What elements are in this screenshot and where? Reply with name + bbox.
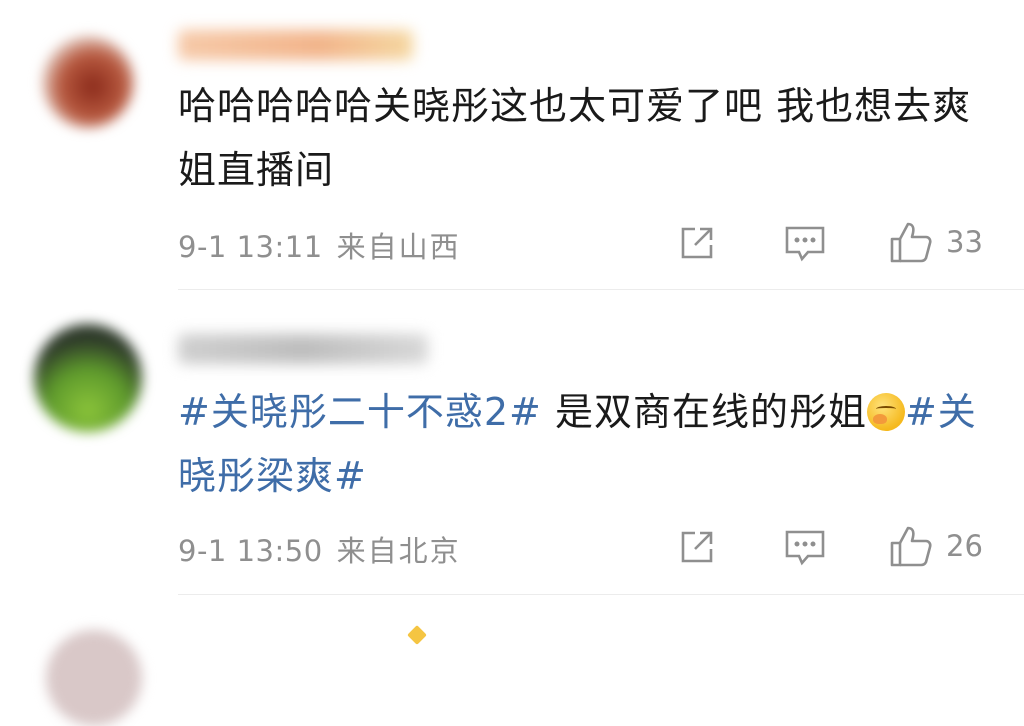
thumbs-up-icon (890, 222, 932, 263)
comment-time: 9-1 13:11 (178, 230, 323, 264)
comment-text: #关晓彤二十不惑2# 是双商在线的彤姐 #关晓彤梁爽# (178, 380, 978, 508)
like-button[interactable]: 26 (888, 524, 983, 568)
username[interactable] (178, 30, 413, 60)
comment-meta: 9-1 13:50 来自北京 (178, 528, 461, 570)
sparkle-icon (407, 625, 427, 645)
comment-item (0, 596, 1024, 726)
comment-body: 是双商在线的彤姐 (541, 390, 867, 434)
like-button[interactable]: 33 (888, 220, 983, 264)
comment-item: #关晓彤二十不惑2# 是双商在线的彤姐 #关晓彤梁爽# 9-1 13:50 来自北京… (0, 290, 1024, 595)
comment-button[interactable] (784, 224, 826, 264)
comment-body: 哈哈哈哈哈关晓彤这也太可爱了吧 我也想去爽姐直播间 (178, 84, 972, 192)
thumbs-up-icon (890, 526, 932, 567)
hashtag-link[interactable]: #关晓彤二十不惑2# (178, 390, 542, 434)
like-count: 33 (946, 225, 983, 259)
avatar[interactable] (42, 36, 134, 128)
comment-icon (785, 530, 825, 566)
comment-meta: 9-1 13:11 来自山西 (178, 224, 461, 266)
username[interactable] (178, 334, 428, 364)
comment-icon (785, 226, 825, 262)
thinking-emoji-icon (866, 393, 905, 431)
comment-location: 来自北京 (336, 534, 461, 568)
share-button[interactable] (678, 224, 716, 262)
comment-text: 哈哈哈哈哈关晓彤这也太可爱了吧 我也想去爽姐直播间 (178, 74, 978, 202)
share-icon (681, 227, 713, 259)
comment-button[interactable] (784, 528, 826, 568)
share-icon (681, 531, 713, 563)
like-count: 26 (946, 529, 983, 563)
divider (178, 594, 1024, 595)
comment-time: 9-1 13:50 (178, 534, 323, 568)
comment-item: 哈哈哈哈哈关晓彤这也太可爱了吧 我也想去爽姐直播间 9-1 13:11 来自山西 … (0, 0, 1024, 290)
avatar[interactable] (46, 630, 142, 726)
comment-location: 来自山西 (336, 230, 461, 264)
share-button[interactable] (678, 528, 716, 566)
avatar[interactable] (34, 324, 142, 432)
